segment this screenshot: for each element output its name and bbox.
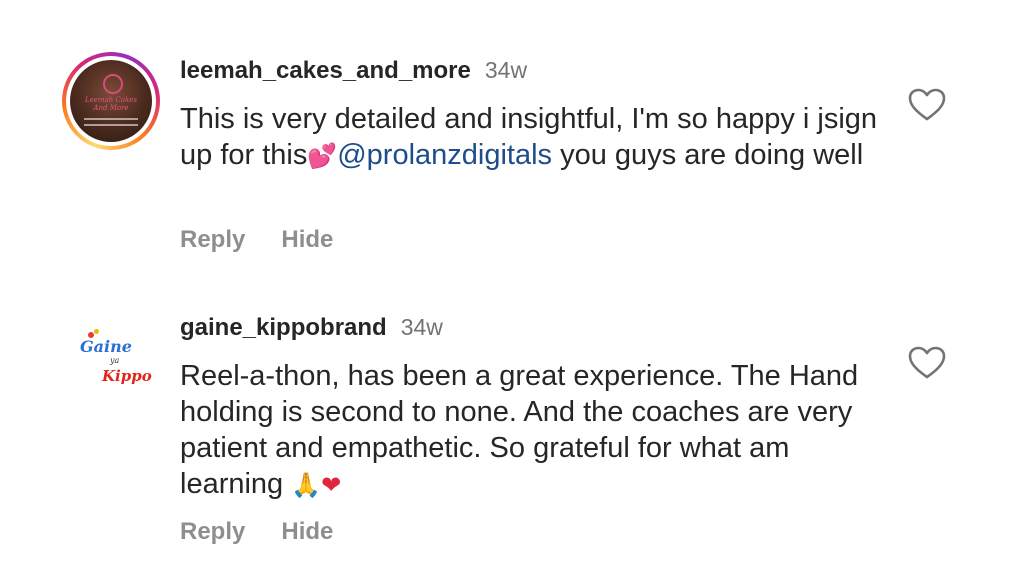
comment-text: This is very detailed and insightful, I'… [180,101,880,174]
avatar[interactable]: Gaine ya Kippo [72,325,152,395]
comment-header: gaine_kippobrand 34w [180,314,443,342]
comment-actions: Reply Hide [180,226,333,254]
brand-logo-text: Gaine [80,337,132,356]
red-heart-emoji: ❤ [321,471,342,499]
comment-actions: Reply Hide [180,518,333,546]
avatar-logo-text: Leemah Cakes And More [85,96,137,112]
two-hearts-emoji: 💕 [307,142,338,170]
avatar: Leemah Cakes And More [70,60,152,142]
hide-button[interactable]: Hide [281,518,333,546]
brand-logo-text: ya [110,356,120,365]
praying-hands-emoji: 🙏 [291,471,322,499]
reply-button[interactable]: Reply [180,226,245,254]
heart-outline-icon[interactable] [908,88,946,122]
cake-logo-icon [103,74,123,94]
comment-header: leemah_cakes_and_more 34w [180,57,527,85]
username[interactable]: gaine_kippobrand [180,314,387,341]
story-ring[interactable]: Leemah Cakes And More [62,52,160,150]
comment-item: Leemah Cakes And More leemah_cakes_and_m… [0,0,1024,280]
timestamp: 34w [400,314,443,340]
heart-outline-icon[interactable] [908,346,946,380]
comment-text-part: you guys are doing well [552,139,864,171]
avatar-logo-line [84,118,138,120]
mention-link[interactable]: @prolanzdigitals [337,139,552,171]
hide-button[interactable]: Hide [281,226,333,254]
avatar-logo-line [84,124,138,126]
comment-text-part: Reel-a-thon, has been a great experience… [180,360,859,500]
brand-dot [94,329,99,334]
avatar-border: Leemah Cakes And More [66,56,156,146]
reply-button[interactable]: Reply [180,518,245,546]
comment-text: Reel-a-thon, has been a great experience… [180,358,880,503]
comment-item: Gaine ya Kippo gaine_kippobrand 34w Reel-… [0,290,1024,575]
brand-logo-text: Kippo [102,367,152,385]
username[interactable]: leemah_cakes_and_more [180,57,471,84]
timestamp: 34w [484,57,528,83]
